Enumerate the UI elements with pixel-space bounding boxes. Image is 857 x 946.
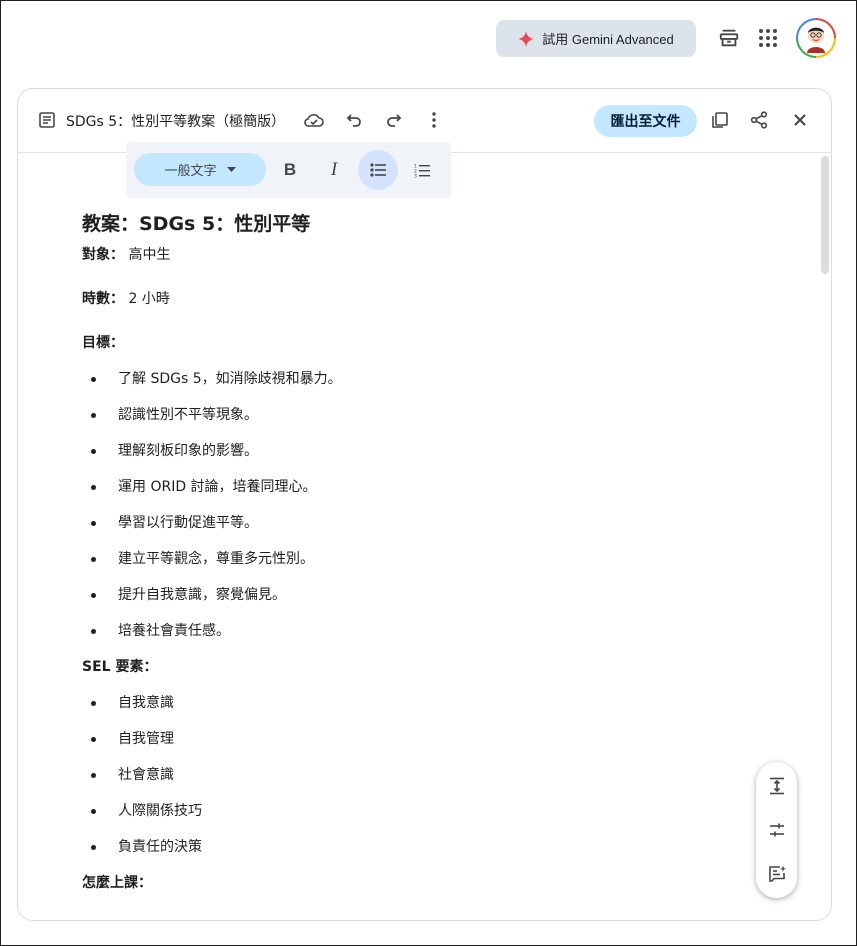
export-to-docs-button[interactable]: 匯出至文件: [594, 105, 697, 137]
redo-icon[interactable]: [377, 103, 411, 137]
list-item: 人際關係技巧: [82, 800, 802, 822]
document-heading: 教案：SDGs 5：性別平等: [82, 213, 311, 235]
account-avatar[interactable]: Teacher: [796, 18, 836, 58]
share-icon[interactable]: [742, 103, 776, 137]
gemini-button-label: 試用 Gemini Advanced: [542, 32, 674, 47]
document-body[interactable]: 教案：SDGs 5：性別平等 對象： 高中生 時數： 2 小時 目標： 了解 S…: [82, 207, 802, 908]
archive-icon[interactable]: [711, 20, 747, 56]
list-item: 自我意識: [82, 692, 802, 714]
try-gemini-advanced-button[interactable]: 試用 Gemini Advanced: [496, 20, 696, 57]
quick-actions-panel: [756, 762, 797, 898]
how-to-teach-title: 怎麼上課：: [82, 875, 152, 891]
text-style-value: 一般文字: [164, 164, 217, 179]
goals-list: 了解 SDGs 5，如消除歧視和暴力。 認識性別不平等現象。 理解刻板印象的影響…: [82, 368, 802, 642]
numbered-list-button[interactable]: 1 2 3: [402, 150, 442, 190]
list-item: 社會意識: [82, 764, 802, 786]
hours-line: 時數： 2 小時: [82, 288, 802, 310]
list-item: 提升自我意識，察覺偏見。: [82, 584, 802, 606]
bulleted-list-button[interactable]: [358, 150, 398, 190]
tune-icon: [769, 822, 785, 838]
close-icon[interactable]: [783, 103, 817, 137]
list-item: 培養社會責任感。: [82, 620, 802, 642]
bulleted-list-icon: [370, 163, 386, 177]
text-style-dropdown[interactable]: 一般文字: [134, 153, 266, 186]
caret-down-icon: [226, 167, 236, 172]
adjust-settings-button[interactable]: [759, 812, 794, 847]
adjust-length-button[interactable]: [759, 768, 794, 803]
list-item: 認識性別不平等現象。: [82, 404, 802, 426]
expand-vertical-icon: [769, 777, 785, 795]
scrollbar-thumb[interactable]: [821, 156, 829, 274]
audience-line: 對象： 高中生: [82, 244, 802, 266]
apps-grid-icon[interactable]: [750, 20, 786, 56]
list-item: 學習以行動促進平等。: [82, 512, 802, 534]
suggest-edits-button[interactable]: [759, 856, 794, 891]
audience-value: 高中生: [124, 247, 171, 263]
svg-text:3: 3: [414, 173, 417, 178]
list-item: 運用 ORID 討論，培養同理心。: [82, 476, 802, 498]
list-item: 建立平等觀念，尊重多元性別。: [82, 548, 802, 570]
undo-icon[interactable]: [337, 103, 371, 137]
list-item: 理解刻板印象的影響。: [82, 440, 802, 462]
canvas-panel: SDGs 5：性別平等教案（極簡版） 匯出至文件 一般文字 B I 1 2 3 …: [17, 88, 832, 921]
edit-note-sparkle-icon: [768, 865, 786, 883]
goals-title: 目標：: [82, 335, 124, 351]
document-icon: [38, 111, 56, 129]
hours-value: 2 小時: [124, 291, 170, 307]
audience-label: 對象：: [82, 247, 124, 263]
hours-label: 時數：: [82, 291, 124, 307]
list-item: 了解 SDGs 5，如消除歧視和暴力。: [82, 368, 802, 390]
cloud-saved-icon[interactable]: [297, 103, 331, 137]
more-options-icon[interactable]: [417, 103, 451, 137]
gemini-spark-icon: [518, 30, 535, 47]
sel-title: SEL 要素：: [82, 659, 158, 675]
numbered-list-icon: 1 2 3: [414, 163, 430, 178]
bold-button[interactable]: B: [270, 150, 310, 190]
copy-icon[interactable]: [703, 103, 737, 137]
formatting-toolbar: 一般文字 B I 1 2 3: [126, 142, 451, 198]
list-item: 自我管理: [82, 728, 802, 750]
avatar-caption: Teacher: [809, 48, 824, 53]
canvas-title: SDGs 5：性別平等教案（極簡版）: [66, 114, 286, 130]
italic-button[interactable]: I: [314, 150, 354, 190]
list-item: 負責任的決策: [82, 836, 802, 858]
sel-list: 自我意識 自我管理 社會意識 人際關係技巧 負責任的決策: [82, 692, 802, 858]
